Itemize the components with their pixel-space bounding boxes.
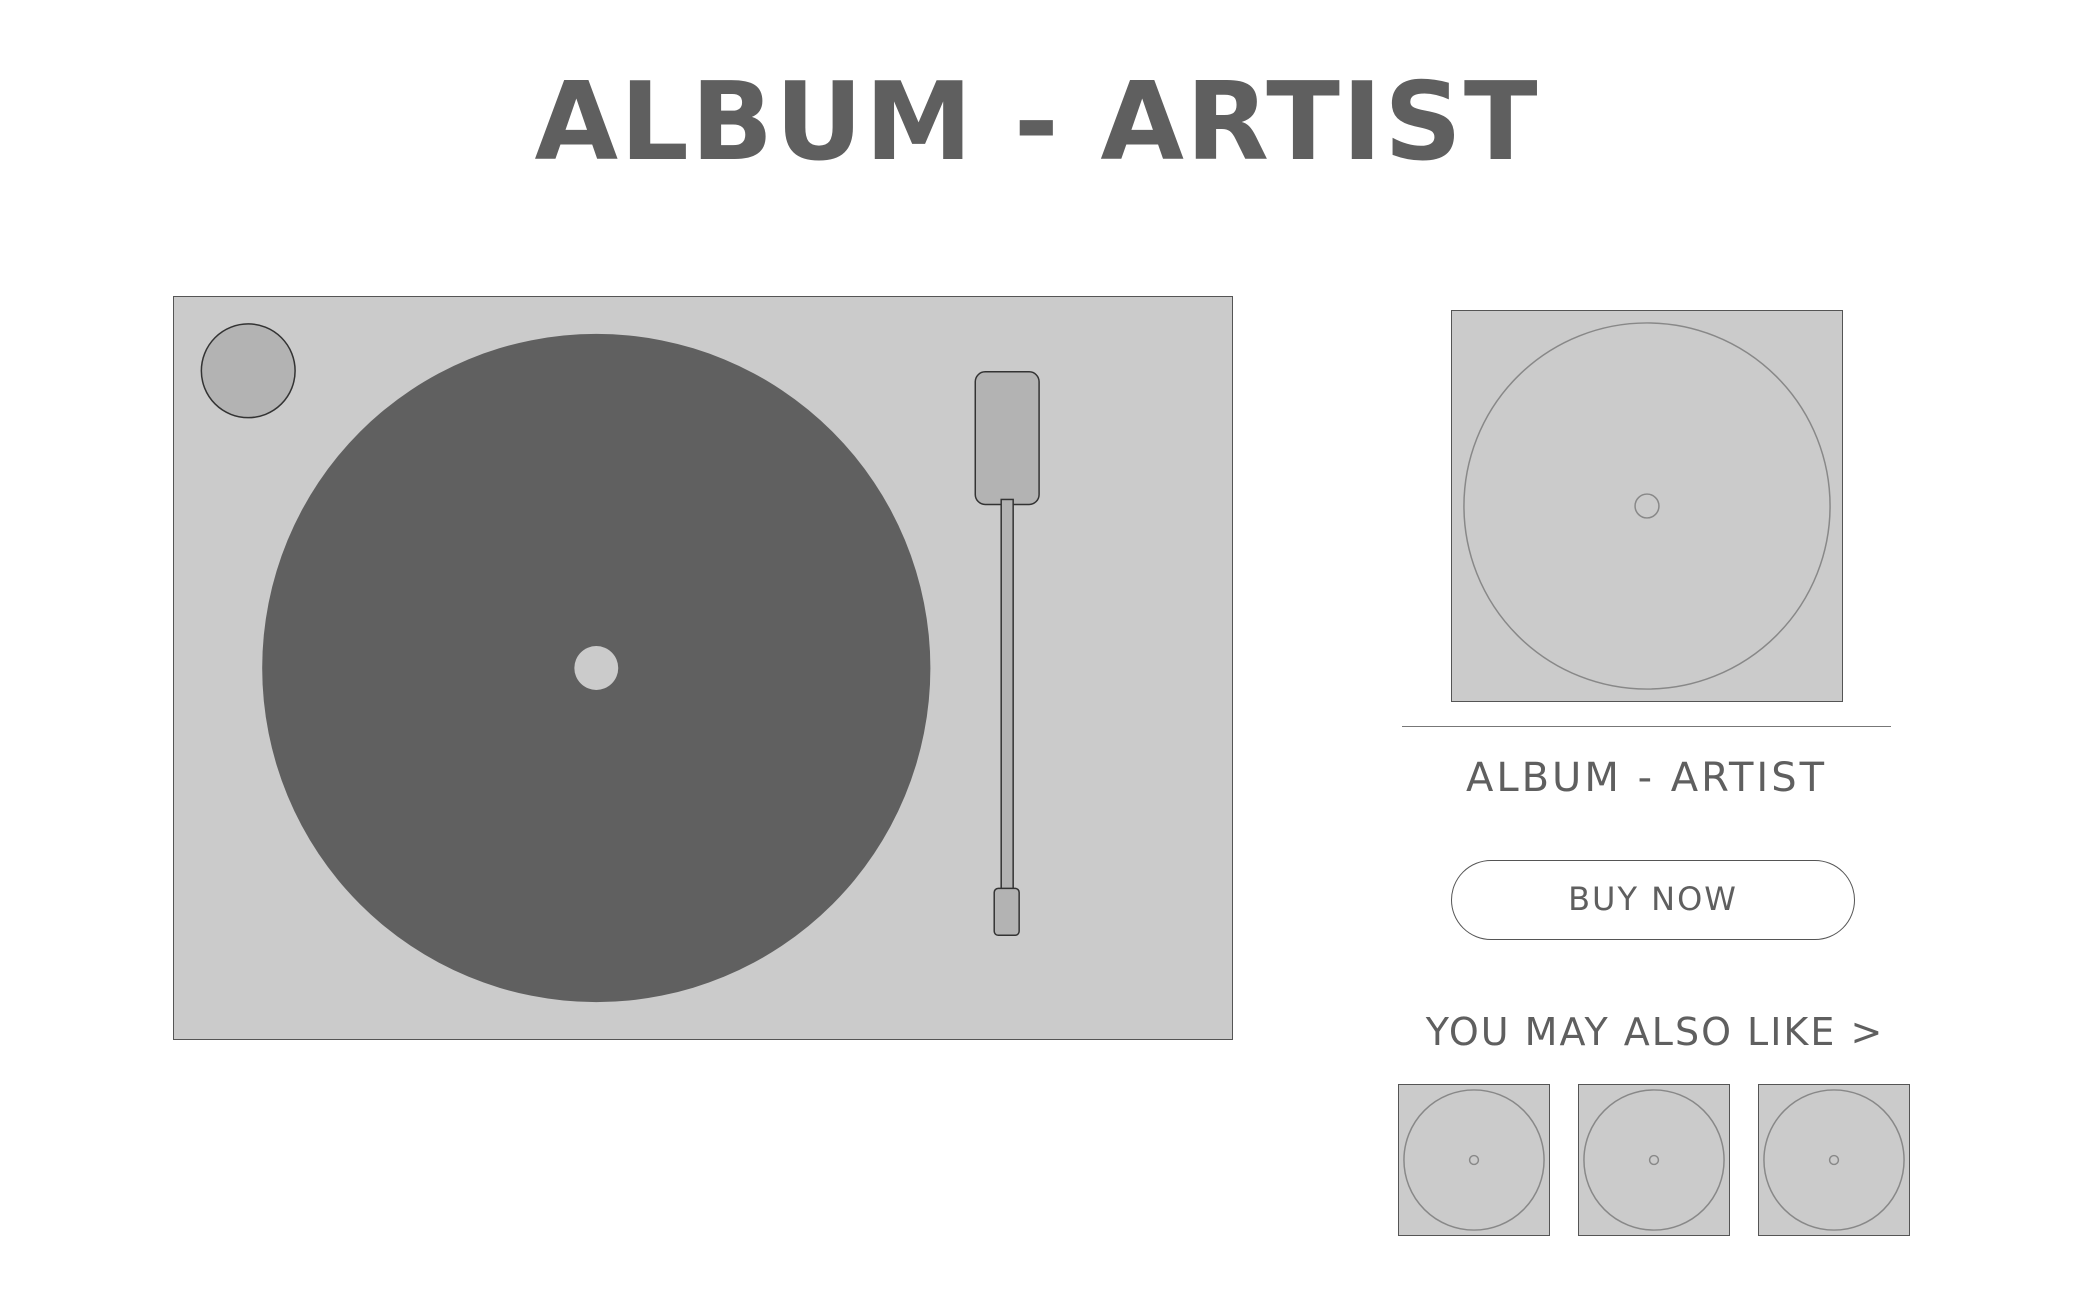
album-cover	[1451, 310, 1843, 702]
tonearm-counterweight	[974, 371, 1040, 506]
tonearm[interactable]	[974, 371, 1040, 937]
cover-record-outline	[1463, 322, 1831, 690]
you-may-also-like-link[interactable]: YOU MAY ALSO LIKE >	[1380, 1004, 1930, 1060]
recommendation-album-3[interactable]	[1758, 1084, 1910, 1236]
turntable[interactable]	[173, 296, 1233, 1040]
recommendation-album-2[interactable]	[1578, 1084, 1730, 1236]
album-artist-label: ALBUM - ARTIST	[1465, 755, 1828, 801]
divider	[1402, 726, 1891, 727]
vinyl-record[interactable]	[262, 333, 931, 1003]
cover-record-center	[1634, 493, 1660, 519]
recommendation-album-1[interactable]	[1398, 1084, 1550, 1236]
record-spindle	[574, 646, 619, 690]
tonearm-headshell	[993, 887, 1020, 937]
page-title: ALBUM - ARTIST	[534, 60, 1540, 185]
recommendations	[1398, 1084, 1910, 1236]
buy-now-button[interactable]: BUY NOW	[1451, 860, 1855, 940]
turntable-knob[interactable]	[200, 323, 296, 419]
tonearm-rod	[1000, 498, 1014, 895]
